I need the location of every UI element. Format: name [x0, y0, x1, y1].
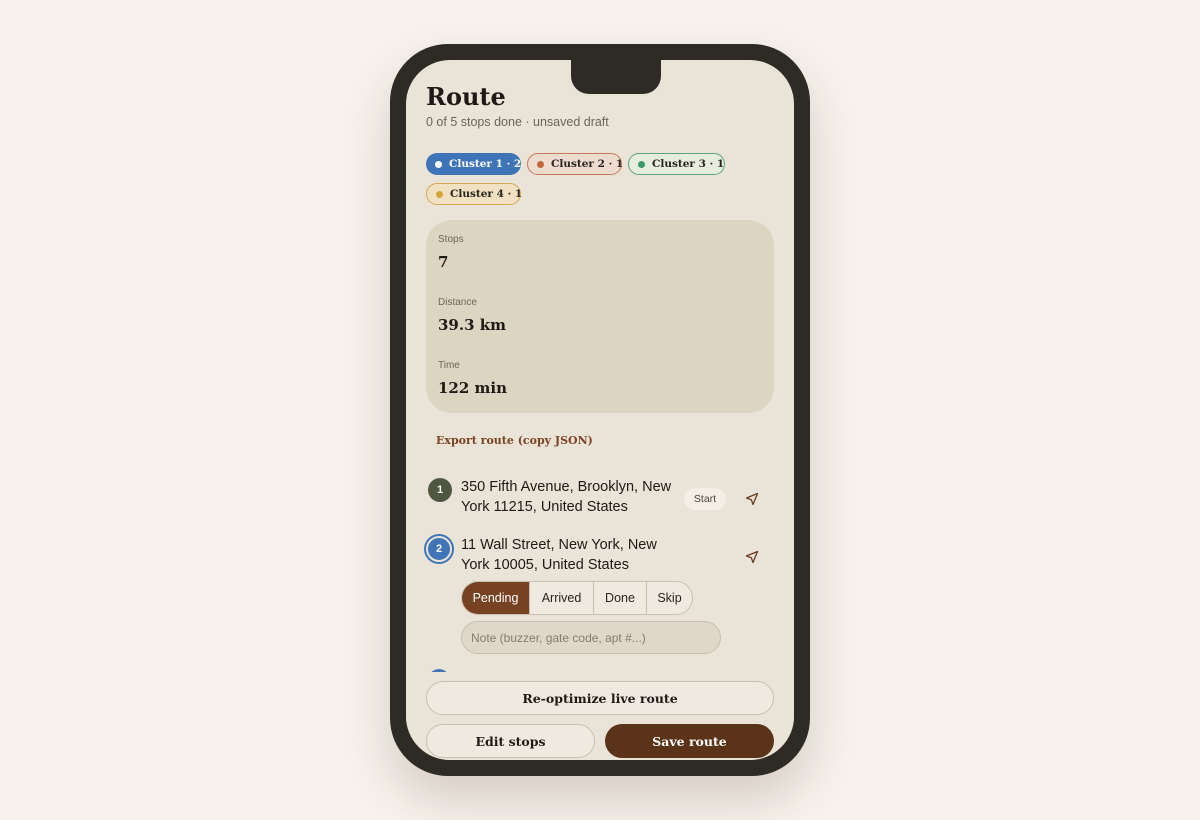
stop-note-input[interactable] [461, 621, 721, 654]
cluster-dot-icon [638, 160, 645, 168]
stat-time: Time 122 min [438, 360, 507, 397]
stat-label: Stops [438, 234, 464, 245]
stat-value: 7 [438, 253, 449, 271]
cluster-chip-label: Cluster 3 · 1 [652, 158, 725, 170]
cluster-chip-4[interactable]: Cluster 4 · 1 [426, 183, 523, 205]
stop-number-badge: 2 [426, 536, 452, 562]
phone-frame: Route 0 of 5 stops done · unsaved draft … [390, 44, 810, 776]
cluster-chip-label: Cluster 4 · 1 [450, 188, 523, 200]
phone-notch [571, 60, 661, 94]
stat-value: 122 min [438, 379, 508, 397]
cluster-dot-icon [436, 190, 443, 198]
cluster-chip-3[interactable]: Cluster 3 · 1 [628, 153, 725, 175]
status-skip-button[interactable]: Skip [646, 582, 692, 614]
stat-distance: Distance 39.3 km [438, 297, 506, 334]
cluster-chip-label: Cluster 2 · 1 [551, 158, 624, 170]
status-pending-button[interactable]: Pending [462, 582, 529, 614]
stop-address[interactable]: 11 Wall Street, New York, New York 10005… [461, 536, 673, 575]
cluster-chip-label: Cluster 1 · 2 [449, 158, 522, 170]
status-done-button[interactable]: Done [593, 582, 646, 614]
page-subtitle: 0 of 5 stops done · unsaved draft [426, 115, 609, 129]
bottom-action-bar: Re-optimize live route Edit stops Save r… [406, 672, 794, 760]
reoptimize-button[interactable]: Re-optimize live route [426, 681, 774, 715]
start-badge: Start [684, 488, 726, 510]
stop-number-badge: 1 [428, 478, 452, 502]
page-title: Route [426, 82, 506, 111]
route-stats-card: Stops 7 Distance 39.3 km Time 122 min [426, 220, 774, 413]
navigate-arrow-icon[interactable] [742, 489, 762, 509]
cluster-chip-1[interactable]: Cluster 1 · 2 [426, 153, 521, 175]
stop-address[interactable]: 350 Fifth Avenue, Brooklyn, New York 112… [461, 478, 673, 517]
cluster-dot-icon [537, 160, 544, 168]
cluster-dot-icon [435, 160, 442, 168]
save-route-button[interactable]: Save route [605, 724, 774, 758]
edit-stops-button[interactable]: Edit stops [426, 724, 595, 758]
export-route-link[interactable]: Export route (copy JSON) [436, 434, 593, 447]
cluster-chip-2[interactable]: Cluster 2 · 1 [527, 153, 624, 175]
stop-status-toggle: Pending Arrived Done Skip [461, 581, 693, 615]
stat-value: 39.3 km [438, 316, 507, 334]
app-screen: Route 0 of 5 stops done · unsaved draft … [406, 60, 794, 760]
stat-label: Time [438, 360, 460, 371]
status-arrived-button[interactable]: Arrived [529, 582, 593, 614]
stat-stops: Stops 7 [438, 234, 464, 271]
navigate-arrow-icon[interactable] [742, 547, 762, 567]
stat-label: Distance [438, 297, 477, 308]
